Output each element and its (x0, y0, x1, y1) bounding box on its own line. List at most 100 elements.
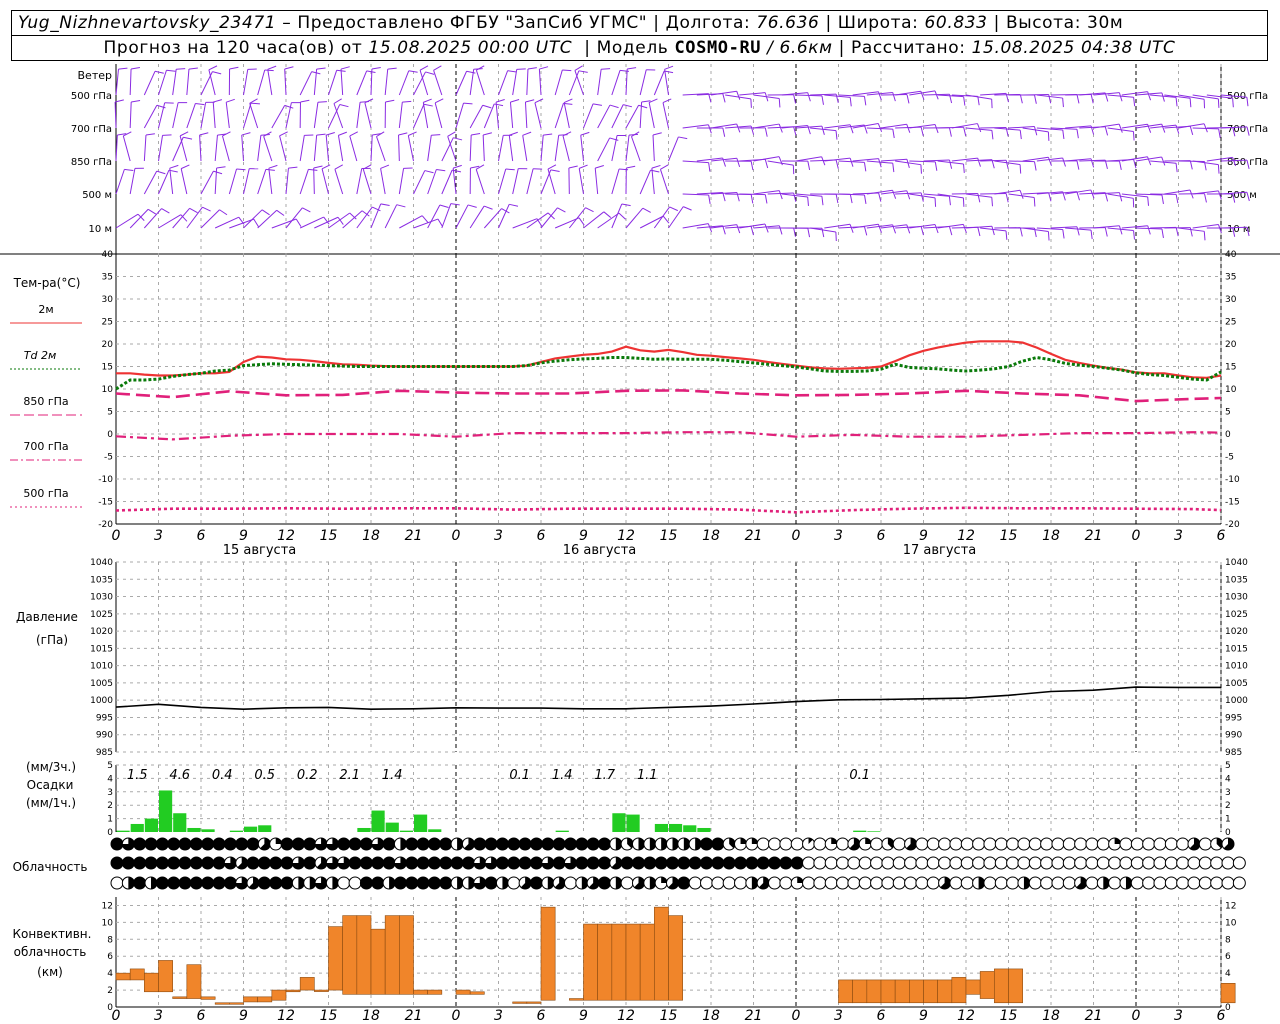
wind-barb-shaft (937, 126, 964, 129)
cloud-circle (711, 837, 725, 851)
wind-barb (597, 137, 619, 162)
wind-barb (895, 90, 925, 100)
wind-barb-feather (137, 213, 145, 222)
precip-bar-22 (428, 829, 442, 832)
cloud-circle (223, 876, 237, 890)
wind-barb-shaft (299, 169, 309, 195)
cloud-symbol (484, 876, 498, 890)
conv-bar-22 (427, 989, 443, 995)
wind-level-right-3: 500 м (1227, 190, 1257, 201)
wind-barb (441, 203, 460, 229)
wind-barb-feather (288, 166, 298, 169)
cloud-circle (291, 837, 305, 851)
wind-barb (483, 103, 504, 129)
cloud-symbol (586, 856, 600, 870)
conv-xtick-21: 15 (1000, 1008, 1018, 1024)
wind-barb (639, 169, 660, 195)
wind-barb-feather (595, 164, 604, 169)
precip-bar-6 (201, 829, 215, 832)
wind-barb-shaft (594, 168, 599, 195)
cloud-symbol (507, 876, 521, 890)
wind-barb (547, 164, 557, 195)
wind-barb-feather (638, 104, 648, 109)
cloud-circle (813, 856, 827, 870)
cloud-circle (1006, 837, 1020, 851)
cloud-circle (802, 856, 816, 870)
cloud-circle (529, 856, 543, 870)
wind-barb (652, 132, 662, 162)
wind-barb (214, 133, 227, 162)
wind-barb-feather (534, 98, 544, 104)
cloud-symbol (1164, 876, 1178, 890)
cloud-circle (1108, 876, 1122, 890)
wind-barb-feather (849, 97, 852, 107)
wind-barb (221, 131, 231, 162)
cloud-symbol (926, 856, 940, 870)
temp-legend-label-2: 850 гПа (23, 395, 68, 408)
cloud-circle (178, 876, 192, 890)
wind-barb-feather (333, 98, 342, 104)
wind-barb-feather (821, 126, 825, 135)
wind-barb (594, 164, 604, 195)
wind-barb-feather (425, 71, 435, 75)
wind-barb (475, 65, 485, 96)
wind-barb (1192, 190, 1222, 200)
cloud-symbol (235, 856, 249, 870)
cloud-circle (1164, 876, 1178, 890)
wind-barb-feather (963, 96, 966, 106)
wind-barb-feather (1062, 129, 1065, 139)
cloud-symbol (167, 876, 181, 890)
cloud-symbol (178, 837, 192, 851)
conv-bar-8 (229, 1002, 244, 1005)
cloud-symbol (303, 837, 317, 851)
wind-barb-feather (821, 196, 824, 206)
conv-bar-12 (285, 989, 301, 993)
wind-barb-shaft (407, 135, 414, 162)
cloud-symbol (212, 837, 226, 851)
pres-ytick-11: 1040 (90, 558, 113, 568)
conv-bar-38 (654, 906, 669, 1001)
cloud-symbol (393, 837, 407, 851)
cloud-symbol (824, 876, 838, 890)
precip-bar-41 (697, 827, 711, 832)
wind-barb-shaft (143, 71, 156, 96)
wind-barb-feather (977, 96, 980, 106)
cloud-symbol (484, 837, 498, 851)
cloud-circle (1187, 856, 1201, 870)
temp-xtick-18: 6 (877, 528, 886, 544)
cloud-symbol (280, 837, 294, 851)
wind-barb (257, 133, 270, 162)
cloud-circle (1142, 837, 1156, 851)
cloud-circle (1051, 876, 1065, 890)
wind-barb (580, 131, 590, 162)
wind-barb-shaft (143, 135, 147, 162)
cloud-symbol (1232, 876, 1246, 890)
precip-bar-17 (357, 827, 371, 832)
cloud-circle (575, 856, 589, 870)
precip-bar-35 (612, 813, 626, 832)
cloud-circle (1153, 837, 1167, 851)
wind-barb (540, 169, 560, 195)
wind-barb-shaft (243, 209, 263, 229)
cloud-circle (348, 876, 362, 890)
wind-barb-feather (934, 161, 938, 171)
cloud-symbol (643, 856, 657, 870)
wind-barb-feather (1161, 228, 1164, 239)
cloud-circle (439, 856, 453, 870)
wind-barb (129, 167, 144, 195)
cloud-symbol (405, 856, 419, 870)
wind-barb-shaft (243, 102, 252, 129)
pres-ytick-r-1: 990 (1225, 731, 1242, 741)
date-label-2: 17 августа (903, 543, 977, 558)
cloud-circle (1006, 856, 1020, 870)
cloud-circle (892, 876, 906, 890)
wind-barb (434, 98, 444, 129)
cloud-circle (734, 856, 748, 870)
wind-barb-feather (562, 131, 572, 137)
wind-barb-shaft (380, 168, 386, 195)
cloud-circle (586, 837, 600, 851)
wind-barb (243, 209, 270, 229)
cloud-circle (575, 837, 589, 851)
wind-barb-feather (642, 207, 651, 213)
cloud-symbol (779, 856, 793, 870)
